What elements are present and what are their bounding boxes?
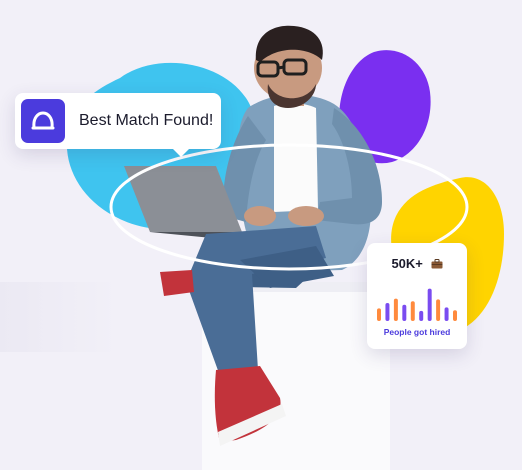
- hired-bar: [427, 288, 432, 321]
- best-match-card: Best Match Found!: [15, 93, 221, 157]
- briefcase-icon: [431, 259, 443, 269]
- hired-bar: [410, 301, 415, 321]
- hired-label: People got hired: [383, 327, 451, 337]
- best-match-text: Best Match Found!: [79, 112, 214, 129]
- hired-bar: [419, 310, 424, 321]
- app-logo-icon: [21, 99, 65, 143]
- hired-bar: [402, 304, 407, 321]
- hired-bar: [444, 307, 449, 321]
- arch-logo-icon: [31, 111, 55, 130]
- hired-count: 50K+: [391, 256, 423, 271]
- hired-bar: [453, 310, 457, 321]
- hired-bar: [385, 303, 390, 321]
- hired-stats-card: 50K+ People got hired: [367, 243, 467, 349]
- hero-illustration: Best Match Found! 50K+ People got hired: [0, 0, 522, 470]
- background-shade: [0, 282, 120, 352]
- hired-bar: [377, 308, 381, 321]
- hired-bar: [393, 298, 398, 321]
- stats-header: 50K+: [367, 256, 467, 271]
- hired-bars-chart: [377, 288, 457, 321]
- hired-bar: [436, 299, 441, 321]
